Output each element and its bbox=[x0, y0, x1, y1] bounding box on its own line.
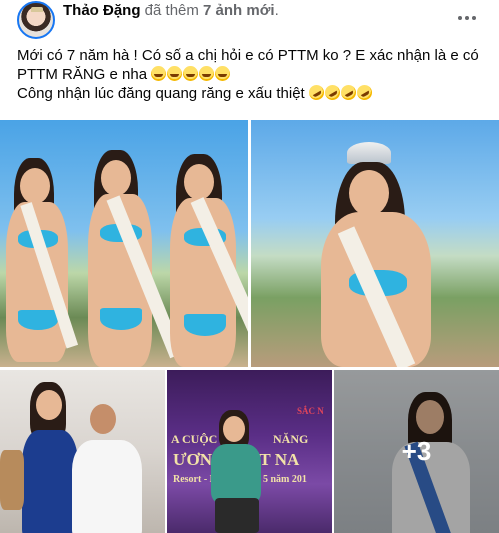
avatar-crown-icon bbox=[31, 7, 43, 12]
photo-figure bbox=[22, 430, 78, 533]
photo-figure bbox=[215, 498, 259, 533]
action-prefix: đã thêm bbox=[144, 2, 199, 19]
rolling-on-floor-laughing-icon bbox=[338, 82, 359, 103]
photo-figure bbox=[90, 404, 116, 434]
grinning-face-icon bbox=[151, 66, 167, 81]
more-photos-count: +3 bbox=[401, 436, 432, 466]
photo-1[interactable] bbox=[0, 120, 248, 367]
photo-figure bbox=[100, 308, 142, 330]
photo-figure bbox=[223, 416, 245, 442]
photo-figure bbox=[184, 164, 214, 200]
rolling-on-floor-laughing-icon bbox=[322, 82, 343, 103]
author-line: Thảo Đặng đã thêm 7 ảnh mới. bbox=[63, 2, 279, 20]
rolling-on-floor-laughing-icon bbox=[354, 82, 375, 103]
photo-figure bbox=[36, 390, 62, 420]
more-photos-overlay[interactable]: +3 bbox=[334, 370, 499, 533]
rolling-on-floor-laughing-icon bbox=[306, 82, 327, 103]
post-header: Thảo Đặng đã thêm 7 ảnh mới. bbox=[0, 0, 499, 40]
grinning-face-icon bbox=[199, 66, 215, 81]
action-count[interactable]: 7 ảnh mới bbox=[203, 2, 275, 19]
more-options-button[interactable] bbox=[455, 10, 479, 26]
photo-figure bbox=[0, 450, 24, 510]
crown-icon bbox=[347, 142, 391, 164]
banner-text: A CUỘC bbox=[171, 432, 218, 446]
photo-3[interactable] bbox=[0, 370, 165, 533]
more-dot bbox=[465, 16, 469, 20]
grinning-face-icon bbox=[215, 66, 231, 81]
post-action-text: đã thêm 7 ảnh mới. bbox=[145, 2, 279, 19]
banner-text: SẮC N bbox=[297, 406, 324, 416]
post-text: Mới có 7 năm hà ! Có số a chị hỏi e có P… bbox=[17, 46, 487, 103]
photo-figure bbox=[184, 314, 226, 336]
photo-figure bbox=[349, 170, 389, 216]
grinning-face-icon bbox=[183, 66, 199, 81]
action-suffix: . bbox=[274, 2, 279, 19]
post-text-line-1: Mới có 7 năm hà ! Có số a chị hỏi e có P… bbox=[17, 47, 479, 64]
photo-figure bbox=[18, 310, 58, 330]
photo-figure bbox=[72, 440, 142, 533]
grinning-face-icon bbox=[167, 66, 183, 81]
author-avatar[interactable] bbox=[17, 1, 55, 39]
more-dot bbox=[472, 16, 476, 20]
photo-2[interactable] bbox=[251, 120, 499, 367]
post-text-line-2: PTTM RĂNG e nha bbox=[17, 65, 487, 84]
more-dots-icon bbox=[458, 16, 462, 20]
author-name-link[interactable]: Thảo Đặng bbox=[63, 2, 141, 19]
banner-text: NĂNG bbox=[273, 432, 309, 446]
photo-4[interactable]: A CUỘC NĂNG ƯƠNG VIỆT NA Resort - Ngày 5… bbox=[167, 370, 332, 533]
post-text-line-2-words: PTTM RĂNG e nha bbox=[17, 66, 148, 83]
photo-figure bbox=[20, 168, 50, 204]
banner-text: 5 năm 201 bbox=[263, 474, 307, 485]
post-text-line-3: Công nhận lúc đăng quang răng e xấu thiệ… bbox=[17, 82, 487, 103]
photo-5[interactable]: +3 bbox=[334, 370, 499, 533]
post-text-line-3-words: Công nhận lúc đăng quang răng e xấu thiệ… bbox=[17, 85, 305, 102]
photo-figure bbox=[101, 160, 131, 196]
photo-figure bbox=[211, 444, 261, 504]
